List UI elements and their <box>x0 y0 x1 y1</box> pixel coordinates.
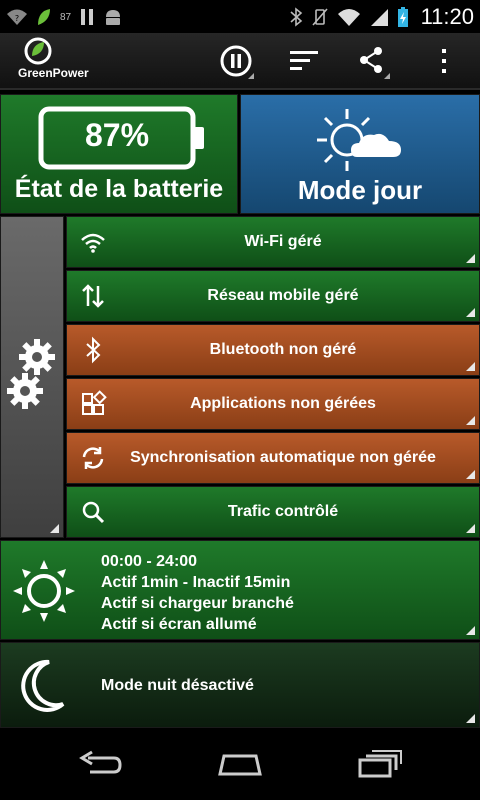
app-name: GreenPower <box>18 66 89 80</box>
android-icon <box>106 10 121 25</box>
bluetooth-status-icon <box>290 7 302 27</box>
wifi-status-icon <box>337 9 360 26</box>
wifi-question-icon: ? <box>7 9 27 25</box>
share-button[interactable] <box>348 39 396 83</box>
svg-text:?: ? <box>15 14 19 23</box>
sync-icon <box>82 447 104 469</box>
sort-button[interactable] <box>280 39 328 83</box>
pause-icon <box>81 9 94 25</box>
signal-icon <box>370 9 388 26</box>
leaf-icon <box>38 9 50 25</box>
wifi-row-corner <box>466 254 475 263</box>
sun-cloud-icon <box>317 109 401 171</box>
navigation-bar <box>0 728 480 800</box>
sort-icon <box>290 51 318 70</box>
applications-row[interactable]: Applications non gérées <box>66 378 480 430</box>
mobile-data-icon <box>82 284 104 308</box>
more-vert-icon <box>442 49 446 73</box>
mobile-network-row-corner <box>466 308 475 317</box>
status-bar: ? 87 11:20 <box>0 0 480 33</box>
bluetooth-icon <box>86 336 101 364</box>
search-icon <box>82 501 105 524</box>
action-bar: GreenPower <box>0 33 480 90</box>
battery-small-text: 87 <box>60 11 72 23</box>
auto-sync-row-corner <box>466 470 475 479</box>
day-mode-tile[interactable]: Mode jour <box>240 94 480 214</box>
schedule-time-range: 00:00 - 24:00 <box>101 553 198 570</box>
night-mode-corner <box>466 714 475 723</box>
traffic-row-label: Trafic contrôlé <box>227 503 339 520</box>
back-icon <box>79 750 122 774</box>
applications-row-label: Applications non gérées <box>190 395 376 412</box>
schedule-screen-condition: Actif si écran allumé <box>101 616 257 633</box>
vibrate-muted-icon <box>311 8 328 26</box>
wifi-icon <box>81 233 105 253</box>
clock: 11:20 <box>420 4 474 29</box>
battery-charging-icon <box>397 7 408 27</box>
schedule-activity-cycle: Actif 1min - Inactif 15min <box>101 574 291 591</box>
gears-icon <box>7 339 55 409</box>
recent-apps-icon <box>358 750 402 778</box>
battery-state-tile[interactable]: 87% État de la batterie <box>0 94 238 214</box>
share-icon <box>360 47 390 79</box>
day-schedule-tile[interactable]: 00:00 - 24:00 Actif 1min - Inactif 15min… <box>0 540 480 640</box>
bluetooth-row-corner <box>466 362 475 371</box>
schedule-corner <box>466 626 475 635</box>
pause-circle-icon <box>220 45 254 79</box>
home-button[interactable] <box>210 744 270 784</box>
auto-sync-row[interactable]: Synchronisation automatique non gérée <box>66 432 480 484</box>
pause-button[interactable] <box>212 39 260 83</box>
applications-row-corner <box>466 416 475 425</box>
sun-icon <box>13 560 75 622</box>
day-mode-label: Mode jour <box>297 175 423 205</box>
bluetooth-row[interactable]: Bluetooth non géré <box>66 324 480 376</box>
battery-state-label: État de la batterie <box>14 175 224 203</box>
schedule-details: 00:00 - 24:00 Actif 1min - Inactif 15min… <box>101 551 294 635</box>
mobile-network-row-label: Réseau mobile géré <box>207 287 359 304</box>
battery-percent: 87% <box>84 117 150 153</box>
bluetooth-row-label: Bluetooth non géré <box>209 341 357 358</box>
power-leaf-icon <box>24 37 52 65</box>
settings-tile[interactable] <box>0 216 64 538</box>
overflow-menu-button[interactable] <box>420 39 468 83</box>
mobile-network-row[interactable]: Réseau mobile géré <box>66 270 480 322</box>
schedule-charger-condition: Actif si chargeur branché <box>101 595 294 612</box>
moon-icon <box>21 659 65 712</box>
wifi-row[interactable]: Wi-Fi géré <box>66 216 480 268</box>
back-button[interactable] <box>70 744 130 784</box>
night-mode-label: Mode nuit désactivé <box>101 677 254 694</box>
traffic-row-corner <box>466 524 475 533</box>
home-icon <box>218 754 262 776</box>
recent-apps-button[interactable] <box>350 744 410 784</box>
night-mode-tile[interactable]: Mode nuit désactivé <box>0 642 480 728</box>
traffic-row[interactable]: Trafic contrôlé <box>66 486 480 538</box>
settings-corner-indicator <box>50 524 59 533</box>
auto-sync-row-label: Synchronisation automatique non gérée <box>130 449 436 466</box>
wifi-row-label: Wi-Fi géré <box>244 233 322 250</box>
apps-icon <box>82 390 107 415</box>
